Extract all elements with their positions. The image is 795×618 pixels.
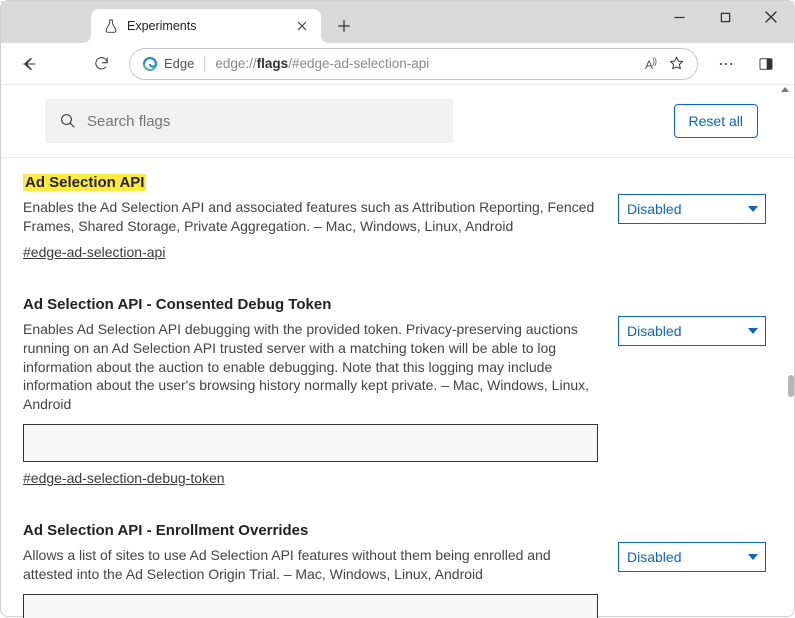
- flag-text-input[interactable]: [23, 594, 598, 618]
- flag-description: Allows a list of sites to use Ad Selecti…: [23, 546, 598, 584]
- scroll-up-icon: [781, 87, 789, 92]
- flag-row: Ad Selection API - Consented Debug Token…: [23, 292, 766, 518]
- address-bar[interactable]: Edge edge://flags/#edge-ad-selection-api…: [129, 48, 698, 80]
- flag-description: Enables Ad Selection API debugging with …: [23, 320, 598, 414]
- favorite-button[interactable]: [668, 55, 685, 72]
- flag-anchor-link[interactable]: #edge-ad-selection-api: [23, 244, 165, 260]
- search-icon: [59, 112, 77, 130]
- flask-icon: [103, 18, 119, 34]
- browser-toolbar: Edge edge://flags/#edge-ad-selection-api…: [1, 43, 794, 85]
- title-bar: Experiments: [1, 1, 794, 43]
- search-flags-input[interactable]: [87, 113, 439, 130]
- url-text: edge://flags/#edge-ad-selection-api: [215, 56, 429, 71]
- flag-state-select[interactable]: Disabled: [618, 542, 766, 572]
- flag-state-select[interactable]: Disabled: [618, 316, 766, 346]
- search-flags-box[interactable]: [45, 99, 453, 143]
- flags-list: Ad Selection API Enables the Ad Selection…: [1, 158, 794, 618]
- vertical-scrollbar[interactable]: [778, 85, 792, 618]
- edge-logo-icon: [142, 56, 158, 72]
- read-aloud-button[interactable]: A)): [645, 56, 656, 72]
- flag-description: Enables the Ad Selection API and associa…: [23, 198, 598, 236]
- window-maximize-button[interactable]: [702, 1, 748, 33]
- window-minimize-button[interactable]: [656, 1, 702, 33]
- page-content: Reset all Ad Selection API Enables the Ad…: [1, 85, 794, 618]
- flag-row: Ad Selection API Enables the Ad Selection…: [23, 170, 766, 292]
- flag-text-input[interactable]: [23, 424, 598, 462]
- sidebar-toggle-button[interactable]: [748, 48, 784, 80]
- refresh-button[interactable]: [83, 48, 119, 80]
- flag-row: Ad Selection API - Enrollment Overrides A…: [23, 518, 766, 618]
- flag-anchor-link[interactable]: #edge-ad-selection-debug-token: [23, 470, 225, 486]
- more-button[interactable]: [708, 48, 744, 80]
- site-identity-label: Edge: [164, 56, 194, 71]
- active-tab[interactable]: Experiments: [91, 9, 321, 43]
- site-identity-chip[interactable]: Edge: [142, 56, 205, 72]
- tab-title: Experiments: [127, 19, 293, 33]
- flag-title: Ad Selection API: [23, 174, 146, 191]
- flag-state-select[interactable]: Disabled: [618, 194, 766, 224]
- reset-all-button[interactable]: Reset all: [674, 104, 758, 138]
- flag-title: Ad Selection API - Consented Debug Token: [23, 296, 331, 313]
- outer-scroll-thumb[interactable]: [788, 375, 794, 397]
- new-tab-button[interactable]: [329, 11, 359, 41]
- back-button[interactable]: [11, 48, 47, 80]
- flag-title: Ad Selection API - Enrollment Overrides: [23, 522, 308, 539]
- tab-close-button[interactable]: [293, 20, 311, 32]
- window-close-button[interactable]: [748, 1, 794, 33]
